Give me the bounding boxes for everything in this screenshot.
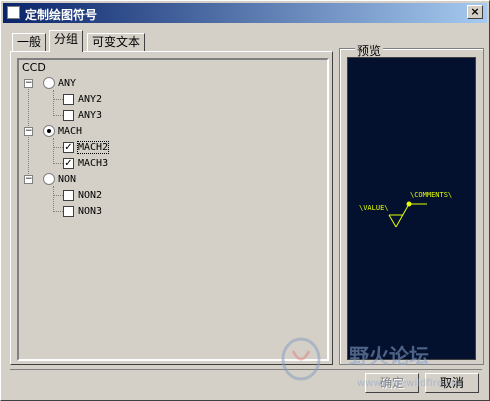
checkbox-mach2[interactable]: ✓ (63, 142, 74, 153)
tree-line (53, 147, 63, 148)
item-label-mach3: MACH3 (78, 158, 109, 169)
collapse-icon[interactable]: − (24, 175, 33, 184)
tree-line (53, 90, 54, 116)
radio-non[interactable] (43, 173, 55, 185)
watermark-subtext: www.proewildfire.cn (357, 378, 458, 389)
tree-line (53, 186, 54, 212)
value-text: \VALUE\ (359, 204, 389, 212)
radio-mach[interactable] (43, 125, 55, 137)
tab-groups[interactable]: 分组 (49, 30, 84, 52)
tree-line (53, 163, 63, 164)
app-icon (7, 6, 20, 19)
tab-general[interactable]: 一般 (12, 33, 47, 51)
symbol-stroke (388, 214, 397, 228)
surface-finish-symbol: \VALUE\ \COMMENTS\ (359, 191, 452, 228)
collapse-icon[interactable]: − (24, 79, 33, 88)
item-label-any2: ANY2 (78, 94, 103, 105)
dialog-window: 定制绘图符号 × 一般 分组 可变文本 CCD − ANY ANY2 ANY3 … (0, 0, 490, 401)
watermark: 野火论坛 www.proewildfire.cn (279, 333, 479, 393)
symbol-node (406, 201, 412, 207)
tree-root-label: CCD (22, 61, 46, 74)
tree-line (53, 115, 63, 116)
tree-line (53, 99, 63, 100)
group-label-non: NON (58, 174, 77, 185)
close-button[interactable]: × (467, 5, 483, 19)
tree-line (53, 195, 63, 196)
preview-canvas: \VALUE\ \COMMENTS\ (347, 57, 476, 360)
item-label-non2: NON2 (78, 190, 103, 201)
radio-any[interactable] (43, 77, 55, 89)
comments-text: \COMMENTS\ (410, 191, 452, 199)
item-label-any3: ANY3 (78, 110, 103, 121)
watermark-logo: 野火论坛 www.proewildfire.cn (281, 337, 458, 389)
tree-line (53, 138, 54, 164)
checkbox-any2[interactable] (63, 94, 74, 105)
group-label-mach: MACH (58, 126, 83, 137)
tree-line (53, 211, 63, 212)
checkbox-non3[interactable] (63, 206, 74, 217)
tab-variable-text[interactable]: 可变文本 (87, 33, 146, 51)
watermark-text: 野火论坛 (349, 344, 429, 368)
checkbox-non2[interactable] (63, 190, 74, 201)
window-title: 定制绘图符号 (25, 8, 98, 22)
item-label-non3: NON3 (78, 206, 103, 217)
collapse-icon[interactable]: − (24, 127, 33, 136)
checkbox-any3[interactable] (63, 110, 74, 121)
title-bar: 定制绘图符号 × (3, 3, 487, 23)
checkbox-mach3[interactable]: ✓ (63, 158, 74, 169)
watermark-logo-swoosh (291, 350, 311, 361)
group-label-any: ANY (58, 78, 77, 89)
item-label-mach2: MACH2 (76, 141, 110, 154)
